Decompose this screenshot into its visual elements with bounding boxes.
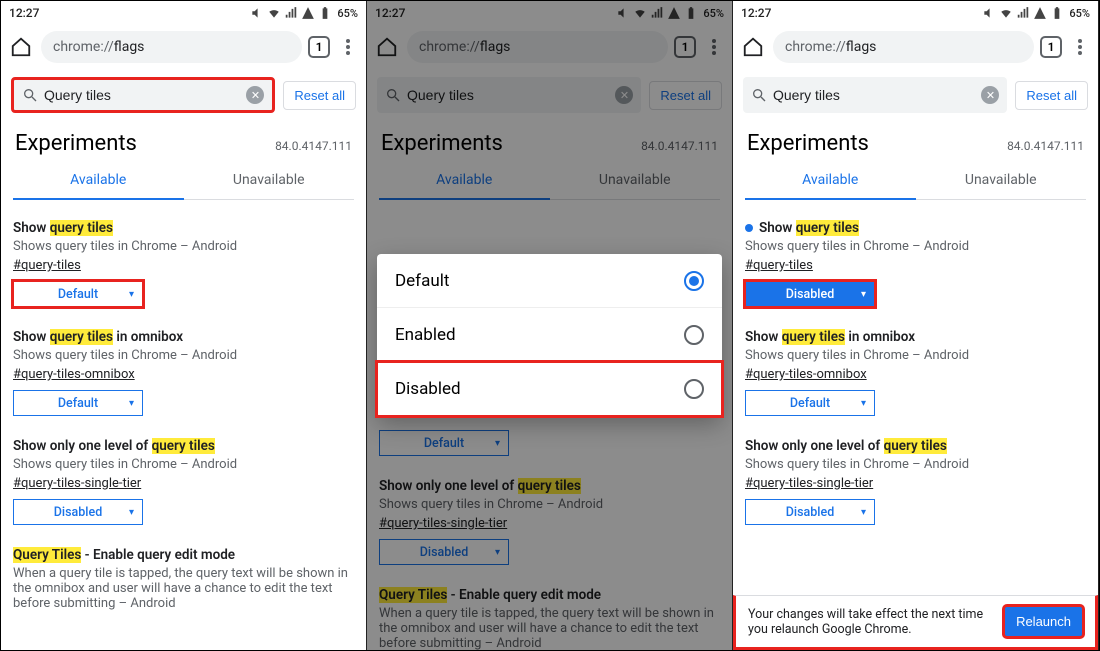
modified-dot-icon: [745, 224, 753, 232]
wifi-icon: [267, 6, 281, 20]
radio-icon: [684, 325, 704, 345]
tab-unavailable[interactable]: Unavailable: [916, 162, 1087, 200]
popup-option-enabled[interactable]: Enabled: [377, 308, 722, 362]
signal2-icon: [1033, 6, 1047, 20]
home-button[interactable]: [739, 36, 767, 58]
flag-title: Show query tiles in omnibox: [13, 329, 354, 345]
flag-title: Show query tiles: [13, 220, 354, 236]
mute-icon: [982, 6, 996, 20]
flag-description: Shows query tiles in Chrome – Android: [13, 239, 354, 254]
popup-option-default[interactable]: Default: [377, 254, 722, 308]
battery-percent: 65%: [1069, 7, 1090, 20]
page-title: Experiments: [15, 131, 137, 156]
status-bar: 12:27 65%: [1, 1, 366, 25]
search-icon: [22, 87, 38, 103]
relaunch-message: Your changes will take effect the next t…: [748, 607, 994, 637]
tab-available[interactable]: Available: [745, 162, 916, 200]
battery-percent: 65%: [337, 7, 358, 20]
dropdown-popup: Default Enabled Disabled: [377, 254, 722, 416]
flag-anchor[interactable]: #query-tiles: [13, 258, 81, 273]
signal-icon: [1016, 6, 1030, 20]
status-icons: 65%: [250, 6, 358, 20]
reset-all-button[interactable]: Reset all: [1015, 81, 1088, 110]
overflow-menu[interactable]: [336, 45, 360, 49]
tab-available[interactable]: Available: [13, 162, 184, 200]
flag-description: Shows query tiles in Chrome – Android: [13, 348, 354, 363]
flag-query-tiles-edit-mode: Query Tiles - Enable query edit mode Whe…: [13, 547, 354, 611]
flag-description: When a query tile is tapped, the query t…: [13, 566, 354, 611]
search-input-box[interactable]: ✕: [743, 77, 1007, 113]
flag-dropdown[interactable]: Disabled: [13, 499, 143, 525]
flag-dropdown[interactable]: Disabled: [745, 281, 875, 307]
status-bar: 12:27 65%: [733, 1, 1098, 25]
battery-icon: [318, 6, 332, 20]
chrome-version: 84.0.4147.111: [1007, 139, 1084, 153]
flag-query-tiles-single-tier: Show only one level of query tiles Shows…: [745, 438, 1086, 525]
phone-right: 12:27 65% chrome://flags 1 ✕ Reset all E…: [733, 1, 1099, 650]
flag-title: Show query tiles: [745, 220, 1086, 236]
home-button[interactable]: [7, 36, 35, 58]
relaunch-button[interactable]: Relaunch: [1004, 606, 1083, 637]
tab-switcher[interactable]: 1: [308, 36, 330, 58]
flag-query-tiles-omnibox: Show query tiles in omnibox Shows query …: [13, 329, 354, 416]
omnibox[interactable]: chrome://flags: [41, 31, 302, 63]
tab-unavailable[interactable]: Unavailable: [184, 162, 355, 200]
popup-option-disabled[interactable]: Disabled: [377, 362, 722, 416]
flag-query-tiles-single-tier: Show only one level of query tiles Shows…: [13, 438, 354, 525]
flag-dropdown[interactable]: Default: [13, 390, 143, 416]
clock: 12:27: [741, 6, 771, 20]
search-input[interactable]: [773, 87, 975, 103]
flag-dropdown[interactable]: Disabled: [745, 499, 875, 525]
flag-title: Show only one level of query tiles: [13, 438, 354, 454]
battery-icon: [1050, 6, 1064, 20]
search-input-box[interactable]: ✕: [11, 77, 275, 113]
search-row: ✕ Reset all: [1, 69, 366, 121]
page-title: Experiments: [747, 131, 869, 156]
chrome-version: 84.0.4147.111: [275, 139, 352, 153]
radio-icon: [684, 271, 704, 291]
tabs: Available Unavailable: [13, 162, 354, 200]
phone-middle: 12:27 65% chrome://flags 1 ✕ Reset all E…: [367, 1, 733, 650]
flag-query-tiles: Show query tiles Shows query tiles in Ch…: [13, 220, 354, 307]
url-bar: chrome://flags 1: [733, 25, 1098, 69]
clear-search-icon[interactable]: ✕: [981, 86, 999, 104]
clear-search-icon[interactable]: ✕: [246, 86, 264, 104]
signal-icon: [284, 6, 298, 20]
status-icons: 65%: [982, 6, 1090, 20]
flag-query-tiles: Show query tiles Shows query tiles in Ch…: [745, 220, 1086, 307]
flag-dropdown[interactable]: Default: [13, 281, 143, 307]
mute-icon: [250, 6, 264, 20]
phone-left: 12:27 65% chrome://flags 1 ✕ Reset all E…: [1, 1, 367, 650]
flag-description: Shows query tiles in Chrome – Android: [13, 457, 354, 472]
search-input[interactable]: [44, 87, 240, 103]
search-icon: [751, 87, 767, 103]
signal2-icon: [301, 6, 315, 20]
flag-anchor[interactable]: #query-tiles-single-tier: [13, 476, 141, 491]
wifi-icon: [999, 6, 1013, 20]
reset-all-button[interactable]: Reset all: [283, 81, 356, 110]
tab-switcher[interactable]: 1: [1040, 36, 1062, 58]
flag-query-tiles-omnibox: Show query tiles in omnibox Shows query …: [745, 329, 1086, 416]
overflow-menu[interactable]: [1068, 45, 1092, 49]
relaunch-bar: Your changes will take effect the next t…: [733, 595, 1098, 650]
radio-icon: [684, 379, 704, 399]
clock: 12:27: [9, 6, 39, 20]
flag-title: Query Tiles - Enable query edit mode: [13, 547, 354, 563]
flag-anchor[interactable]: #query-tiles-omnibox: [13, 367, 135, 382]
url-bar: chrome://flags 1: [1, 25, 366, 69]
flag-dropdown[interactable]: Default: [745, 390, 875, 416]
omnibox[interactable]: chrome://flags: [773, 31, 1034, 63]
